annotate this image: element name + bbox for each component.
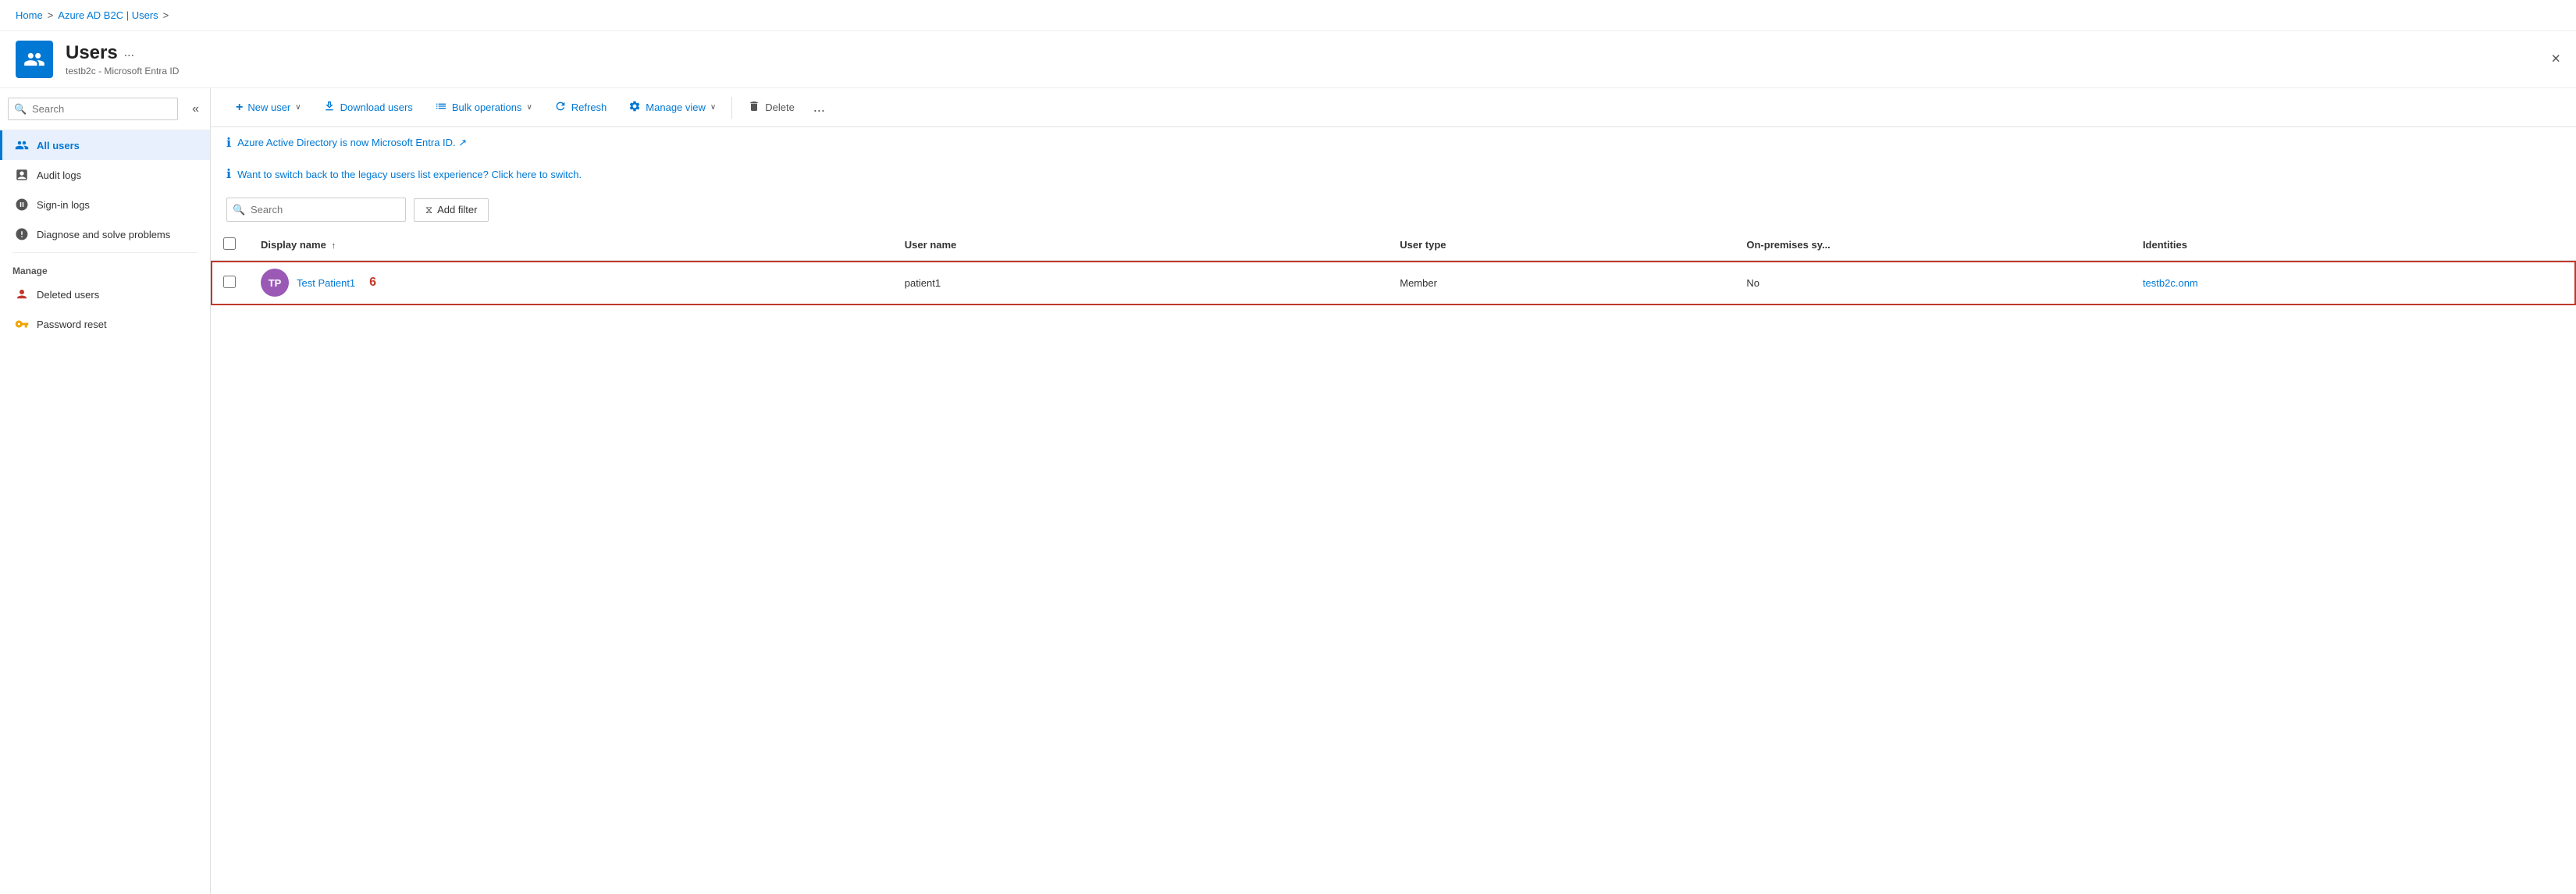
- breadcrumb-parent[interactable]: Azure AD B2C | Users: [58, 9, 158, 21]
- header-icon: [16, 41, 53, 78]
- info-banner-2: ℹ Want to switch back to the legacy user…: [211, 158, 2576, 190]
- delete-icon: [748, 100, 760, 115]
- manage-view-button[interactable]: Manage view ∨: [619, 94, 725, 120]
- diagnose-icon: [15, 227, 29, 241]
- more-button[interactable]: ...: [807, 96, 831, 119]
- manage-view-chevron: ∨: [710, 103, 716, 112]
- sidebar-item-all-users-label: All users: [37, 140, 80, 151]
- select-all-checkbox[interactable]: [223, 237, 236, 250]
- table-header: Display name ↑ User name User type On-pr…: [211, 230, 2576, 261]
- filter-icon: ⧖: [425, 204, 432, 216]
- toolbar-divider: [731, 97, 732, 119]
- filter-search-input[interactable]: [226, 198, 406, 222]
- table-body: TP Test Patient1 6 patient1 Member No te…: [211, 261, 2576, 305]
- row-checkbox-cell: [211, 261, 248, 305]
- sidebar-item-all-users[interactable]: All users: [0, 130, 210, 160]
- sign-in-logs-icon: [15, 198, 29, 212]
- sidebar-item-password-reset[interactable]: Password reset: [0, 309, 210, 339]
- refresh-icon: [554, 100, 567, 115]
- sidebar-search-input[interactable]: [8, 98, 178, 120]
- col-header-identities: Identities: [2130, 230, 2576, 261]
- page-header: Users ... testb2c - Microsoft Entra ID ×: [0, 31, 2576, 88]
- sidebar-collapse-button[interactable]: «: [189, 99, 202, 119]
- audit-logs-icon: [15, 168, 29, 182]
- row-on-premises-cell: No: [1734, 261, 2130, 305]
- download-icon: [323, 100, 336, 115]
- sidebar-item-diagnose-label: Diagnose and solve problems: [37, 229, 170, 240]
- info-icon-1: ℹ: [226, 135, 231, 151]
- add-filter-button[interactable]: ⧖ Add filter: [414, 198, 489, 222]
- col-header-checkbox: [211, 230, 248, 261]
- sidebar-item-audit-logs-label: Audit logs: [37, 169, 81, 181]
- users-table-wrap: Display name ↑ User name User type On-pr…: [211, 230, 2576, 894]
- sort-arrow: ↑: [331, 241, 336, 251]
- header-subtitle: testb2c - Microsoft Entra ID: [66, 66, 179, 77]
- bulk-operations-button[interactable]: Bulk operations ∨: [425, 94, 542, 120]
- bulk-chevron: ∨: [526, 103, 532, 112]
- display-name-link[interactable]: Test Patient1: [297, 277, 355, 289]
- sidebar: 🔍 « All users Audit logs: [0, 88, 211, 894]
- row-checkbox[interactable]: [223, 276, 236, 288]
- display-name-cell: TP Test Patient1 6: [261, 269, 880, 297]
- sidebar-item-audit-logs[interactable]: Audit logs: [0, 160, 210, 190]
- sidebar-item-deleted-users[interactable]: Deleted users: [0, 280, 210, 309]
- settings-icon: [628, 100, 641, 115]
- sidebar-item-password-reset-label: Password reset: [37, 319, 107, 330]
- bulk-icon: [435, 100, 447, 115]
- row-user-name-cell: patient1: [892, 261, 1387, 305]
- content-area: + New user ∨ Download users Bulk operati…: [211, 88, 2576, 894]
- identities-link[interactable]: testb2c.onm: [2143, 277, 2198, 289]
- row-identities-cell: testb2c.onm: [2130, 261, 2576, 305]
- password-reset-icon: [15, 317, 29, 331]
- breadcrumb: Home > Azure AD B2C | Users >: [0, 0, 2576, 31]
- row-user-type-cell: Member: [1387, 261, 1734, 305]
- info-icon-2: ℹ: [226, 166, 231, 182]
- page-title: Users ...: [66, 42, 179, 64]
- col-header-on-premises: On-premises sy...: [1734, 230, 2130, 261]
- breadcrumb-sep2: >: [163, 9, 169, 21]
- sidebar-item-sign-in-logs-label: Sign-in logs: [37, 199, 90, 211]
- sidebar-search-wrap: 🔍: [8, 98, 186, 120]
- filter-row: 🔍 ⧖ Add filter: [211, 190, 2576, 230]
- delete-button[interactable]: Delete: [738, 94, 804, 120]
- header-text: Users ... testb2c - Microsoft Entra ID: [66, 42, 179, 77]
- sidebar-search-area: 🔍 «: [0, 88, 210, 130]
- users-table: Display name ↑ User name User type On-pr…: [211, 230, 2576, 305]
- close-button[interactable]: ×: [2551, 51, 2560, 69]
- row-display-name-cell: TP Test Patient1 6: [248, 261, 892, 305]
- row-number: 6: [369, 276, 376, 290]
- sidebar-item-diagnose[interactable]: Diagnose and solve problems: [0, 219, 210, 249]
- table-row: TP Test Patient1 6 patient1 Member No te…: [211, 261, 2576, 305]
- info-banner-1: ℹ Azure Active Directory is now Microsof…: [211, 127, 2576, 158]
- header-ellipsis[interactable]: ...: [124, 46, 134, 60]
- refresh-button[interactable]: Refresh: [545, 94, 617, 120]
- sidebar-item-sign-in-logs[interactable]: Sign-in logs: [0, 190, 210, 219]
- toolbar: + New user ∨ Download users Bulk operati…: [211, 88, 2576, 127]
- banner-1-link[interactable]: Azure Active Directory is now Microsoft …: [237, 137, 467, 149]
- filter-search-icon: 🔍: [233, 204, 245, 216]
- breadcrumb-sep1: >: [48, 9, 54, 21]
- filter-search-wrap: 🔍: [226, 198, 406, 222]
- nav-divider: [12, 252, 197, 253]
- users-icon: [23, 48, 45, 70]
- new-user-button[interactable]: + New user ∨: [226, 95, 311, 120]
- banner-2-link[interactable]: Want to switch back to the legacy users …: [237, 169, 582, 180]
- all-users-icon: [15, 138, 29, 152]
- manage-section-label: Manage: [0, 256, 210, 280]
- new-user-chevron: ∨: [295, 103, 301, 112]
- deleted-users-icon: [15, 287, 29, 301]
- col-header-user-type: User type: [1387, 230, 1734, 261]
- main-layout: 🔍 « All users Audit logs: [0, 88, 2576, 894]
- user-avatar: TP: [261, 269, 289, 297]
- sidebar-search-icon: 🔍: [14, 103, 27, 116]
- col-header-user-name: User name: [892, 230, 1387, 261]
- breadcrumb-home[interactable]: Home: [16, 9, 43, 21]
- plus-icon: +: [236, 101, 243, 115]
- download-users-button[interactable]: Download users: [314, 94, 422, 120]
- col-header-display-name[interactable]: Display name ↑: [248, 230, 892, 261]
- sidebar-nav: All users Audit logs Sign-in logs: [0, 130, 210, 894]
- sidebar-item-deleted-users-label: Deleted users: [37, 289, 99, 301]
